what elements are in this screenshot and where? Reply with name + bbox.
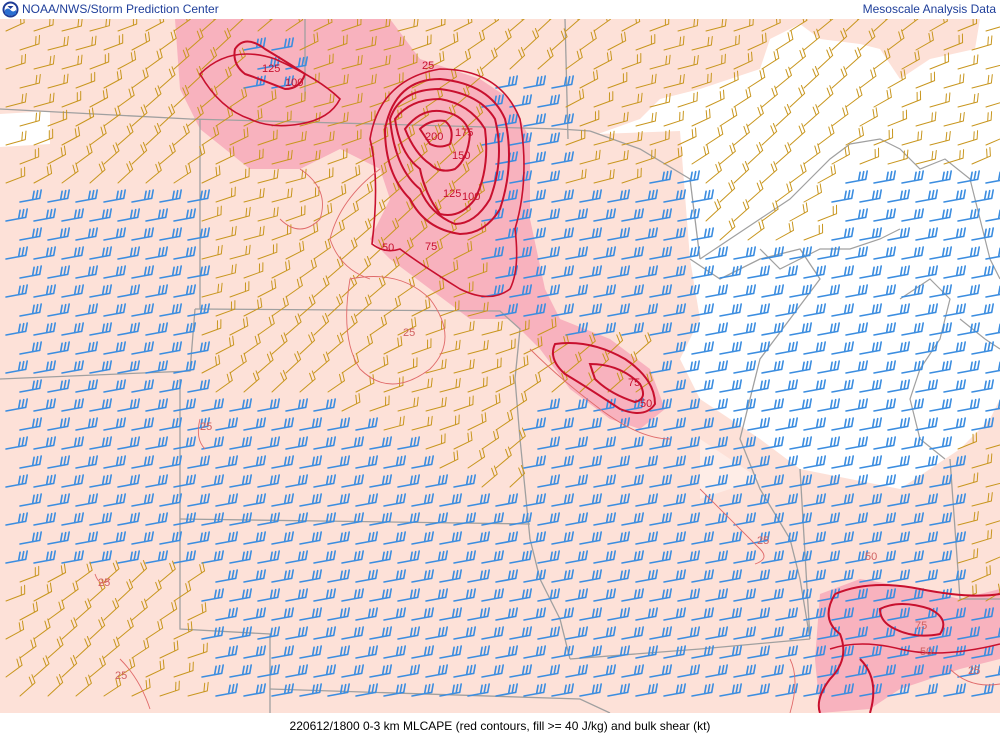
contour-label: 100 (462, 191, 480, 203)
contour-label: 150 (452, 150, 470, 162)
contour-label: 25 (115, 670, 127, 682)
contour-label: 25 (968, 665, 980, 677)
contour-label: 50 (920, 646, 932, 658)
contour-label: 75 (425, 241, 437, 253)
contour-label: 175 (455, 127, 473, 139)
noaa-logo-icon (2, 1, 19, 18)
header-bar: NOAA/NWS/Storm Prediction Center Mesosca… (0, 0, 1000, 19)
contour-label: 50 (382, 242, 394, 254)
contour-label: 25 (403, 327, 415, 339)
map-panel: 12510025200 175150125 10050 752575502525252… (0, 19, 1000, 713)
contour-label: 25 (757, 535, 769, 547)
header-left-title: NOAA/NWS/Storm Prediction Center (22, 2, 219, 16)
contour-label: 25 (200, 421, 212, 433)
contour-label: 100 (285, 77, 303, 89)
contour-label: 25 (422, 60, 434, 72)
contour-label: 125 (443, 188, 461, 200)
mesoscale-analysis-page: NOAA/NWS/Storm Prediction Center Mesosca… (0, 0, 1000, 750)
contour-label: 25 (98, 577, 110, 589)
contour-label: 200 (425, 131, 443, 143)
contour-label: 75 (628, 377, 640, 389)
contour-label: 125 (262, 63, 280, 75)
contour-label: 75 (915, 620, 927, 632)
footer-caption: 220612/1800 0-3 km MLCAPE (red contours,… (0, 713, 1000, 750)
contour-label: 50 (640, 398, 652, 410)
header-right-title: Mesoscale Analysis Data (862, 2, 996, 16)
contour-label: 50 (865, 551, 877, 563)
